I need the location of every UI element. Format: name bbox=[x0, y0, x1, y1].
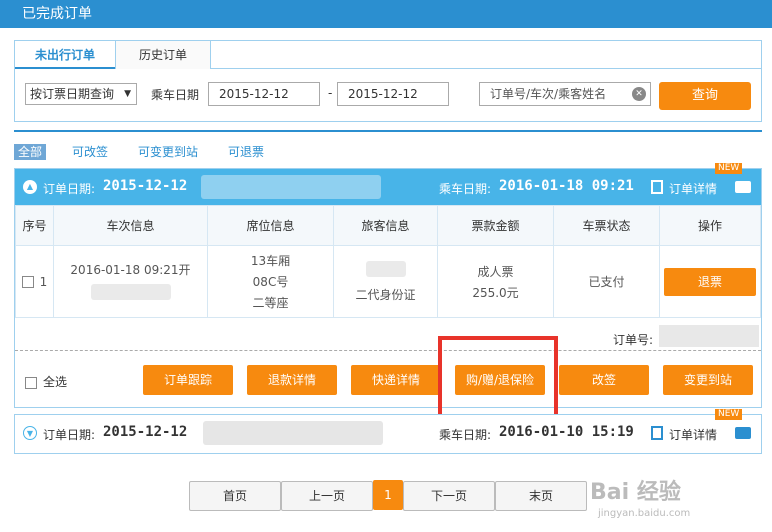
passenger-cell: 二代身份证 bbox=[333, 245, 438, 318]
ticket-checkbox[interactable] bbox=[21, 276, 34, 288]
order-tabs: 未出行订单 历史订单 bbox=[15, 41, 761, 69]
ticket-table: 序号 车次信息 席位信息 旅客信息 票款金额 车票状态 操作 1 2016-01… bbox=[15, 205, 761, 318]
train-time: 2016-01-18 09:21开 bbox=[70, 262, 191, 277]
watermark: Bai 经验 jingyan.baidu.com bbox=[590, 474, 768, 528]
refund-button[interactable]: 退票 bbox=[664, 267, 756, 296]
tab-history-orders[interactable]: 历史订单 bbox=[115, 41, 211, 69]
date-range-dash: - bbox=[328, 86, 333, 100]
order-actions: 全选 订单跟踪 退款详情 快递详情 购/赠/退保险 改签 变更到站 bbox=[15, 359, 761, 399]
print-icon[interactable] bbox=[735, 181, 751, 193]
delivery-details-button[interactable]: 快递详情 bbox=[351, 365, 441, 395]
filter-all[interactable]: 全部 bbox=[14, 144, 47, 160]
query-type-value: 按订票日期查询 bbox=[30, 87, 115, 101]
current-page[interactable]: 1 bbox=[373, 480, 403, 510]
document-icon bbox=[651, 180, 663, 194]
col-passenger: 旅客信息 bbox=[333, 205, 438, 246]
date-to-input[interactable]: 2015-12-12 bbox=[337, 82, 449, 106]
col-status: 车票状态 bbox=[553, 205, 660, 246]
ride-date: 2016-01-18 09:21 bbox=[499, 178, 634, 194]
keyword-placeholder: 订单号/车次/乘客姓名 bbox=[490, 87, 607, 101]
search-panel: 未出行订单 历史订单 按订票日期查询 ▼ 乘车日期 2015-12-12 - 2… bbox=[14, 40, 762, 122]
prev-page-button[interactable]: 上一页 bbox=[281, 481, 373, 511]
status-cell: 已支付 bbox=[553, 245, 660, 318]
order-card: ▲ 订单日期: 2015-12-12 乘车日期: 2016-01-18 09:2… bbox=[14, 163, 762, 408]
order-card: ▼ 订单日期: 2015-12-12 乘车日期: 2016-01-10 15:1… bbox=[14, 409, 762, 454]
redacted-train bbox=[90, 283, 171, 300]
order-date: 2015-12-12 bbox=[103, 178, 188, 194]
query-button[interactable]: 查询 bbox=[659, 82, 751, 110]
seat-number: 08C号 bbox=[252, 275, 289, 289]
date-from-input[interactable]: 2015-12-12 bbox=[208, 82, 320, 106]
filter-changeable[interactable]: 可改签 bbox=[72, 143, 108, 160]
date-label: 乘车日期 bbox=[151, 88, 200, 102]
col-price: 票款金额 bbox=[437, 205, 554, 246]
col-seat: 席位信息 bbox=[207, 205, 334, 246]
col-train: 车次信息 bbox=[53, 205, 208, 246]
select-all-label: 全选 bbox=[43, 375, 68, 389]
next-page-button[interactable]: 下一页 bbox=[403, 481, 495, 511]
query-type-select[interactable]: 按订票日期查询 ▼ bbox=[25, 83, 137, 105]
filter-refundable[interactable]: 可退票 bbox=[228, 143, 264, 160]
seat-cell: 13车厢 08C号 二等座 bbox=[207, 245, 334, 318]
action-cell: 退票 bbox=[659, 245, 761, 318]
keyword-input[interactable]: 订单号/车次/乘客姓名 ✕ bbox=[479, 82, 651, 106]
caret-down-icon: ▼ bbox=[124, 89, 131, 99]
ticket-type: 成人票 bbox=[477, 264, 514, 279]
col-action: 操作 bbox=[659, 205, 761, 246]
highlight-box bbox=[438, 336, 558, 422]
order-date: 2015-12-12 bbox=[103, 424, 188, 440]
ticket-status: 已支付 bbox=[588, 275, 625, 289]
window-title: 已完成订单 bbox=[0, 0, 772, 28]
redacted-name bbox=[201, 175, 381, 199]
train-cell: 2016-01-18 09:21开 bbox=[53, 245, 208, 318]
row-index: 1 bbox=[39, 274, 48, 289]
table-row: 1 2016-01-18 09:21开 13车厢 08C号 二等座 二代身份证 … bbox=[15, 245, 761, 318]
order-number-label: 订单号: bbox=[613, 333, 654, 347]
redacted-passenger bbox=[365, 260, 406, 277]
seat-class: 二等座 bbox=[252, 296, 289, 310]
order-detail-link[interactable]: 订单详情 bbox=[669, 426, 717, 443]
order-tracking-button[interactable]: 订单跟踪 bbox=[143, 365, 233, 395]
change-station-button[interactable]: 变更到站 bbox=[663, 365, 753, 395]
refund-details-button[interactable]: 退款详情 bbox=[247, 365, 337, 395]
order-header[interactable]: ▼ 订单日期: 2015-12-12 乘车日期: 2016-01-10 15:1… bbox=[15, 409, 761, 451]
price-cell: 成人票 255.0元 bbox=[437, 245, 554, 318]
col-index: 序号 bbox=[15, 205, 54, 246]
car-number: 13车厢 bbox=[250, 254, 291, 268]
table-header-row: 序号 车次信息 席位信息 旅客信息 票款金额 车票状态 操作 bbox=[15, 205, 761, 246]
watermark-url: jingyan.baidu.com bbox=[598, 508, 691, 519]
new-badge: NEW bbox=[715, 163, 743, 174]
tab-upcoming-orders[interactable]: 未出行订单 bbox=[15, 41, 115, 69]
ride-date: 2016-01-10 15:19 bbox=[499, 424, 634, 440]
ride-date-label: 乘车日期: bbox=[439, 182, 492, 196]
select-all[interactable]: 全选 bbox=[25, 373, 67, 390]
document-icon bbox=[651, 426, 663, 440]
redacted-order-number bbox=[659, 325, 759, 347]
id-type: 二代身份证 bbox=[355, 287, 416, 302]
order-date-label: 订单日期: bbox=[43, 182, 96, 196]
select-all-checkbox[interactable] bbox=[25, 376, 37, 389]
order-detail-link[interactable]: 订单详情 bbox=[669, 180, 717, 197]
ride-date-label: 乘车日期: bbox=[439, 428, 492, 442]
first-page-button[interactable]: 首页 bbox=[189, 481, 281, 511]
divider bbox=[14, 130, 762, 132]
order-header[interactable]: ▲ 订单日期: 2015-12-12 乘车日期: 2016-01-18 09:2… bbox=[15, 163, 761, 205]
collapse-icon[interactable]: ▲ bbox=[23, 180, 37, 194]
clear-icon[interactable]: ✕ bbox=[632, 87, 646, 101]
print-icon[interactable] bbox=[735, 427, 751, 439]
row-index-cell: 1 bbox=[15, 245, 54, 318]
redacted-name bbox=[203, 421, 383, 445]
order-number-row: 订单号: bbox=[15, 319, 761, 351]
new-badge: NEW bbox=[715, 409, 743, 420]
order-date-label: 订单日期: bbox=[43, 428, 96, 442]
filter-change-station[interactable]: 可变更到站 bbox=[138, 143, 198, 160]
last-page-button[interactable]: 末页 bbox=[495, 481, 587, 511]
expand-icon[interactable]: ▼ bbox=[23, 426, 37, 440]
watermark-brand: Bai 经验 bbox=[590, 480, 681, 505]
ticket-price: 255.0元 bbox=[472, 285, 519, 300]
change-ticket-button[interactable]: 改签 bbox=[559, 365, 649, 395]
